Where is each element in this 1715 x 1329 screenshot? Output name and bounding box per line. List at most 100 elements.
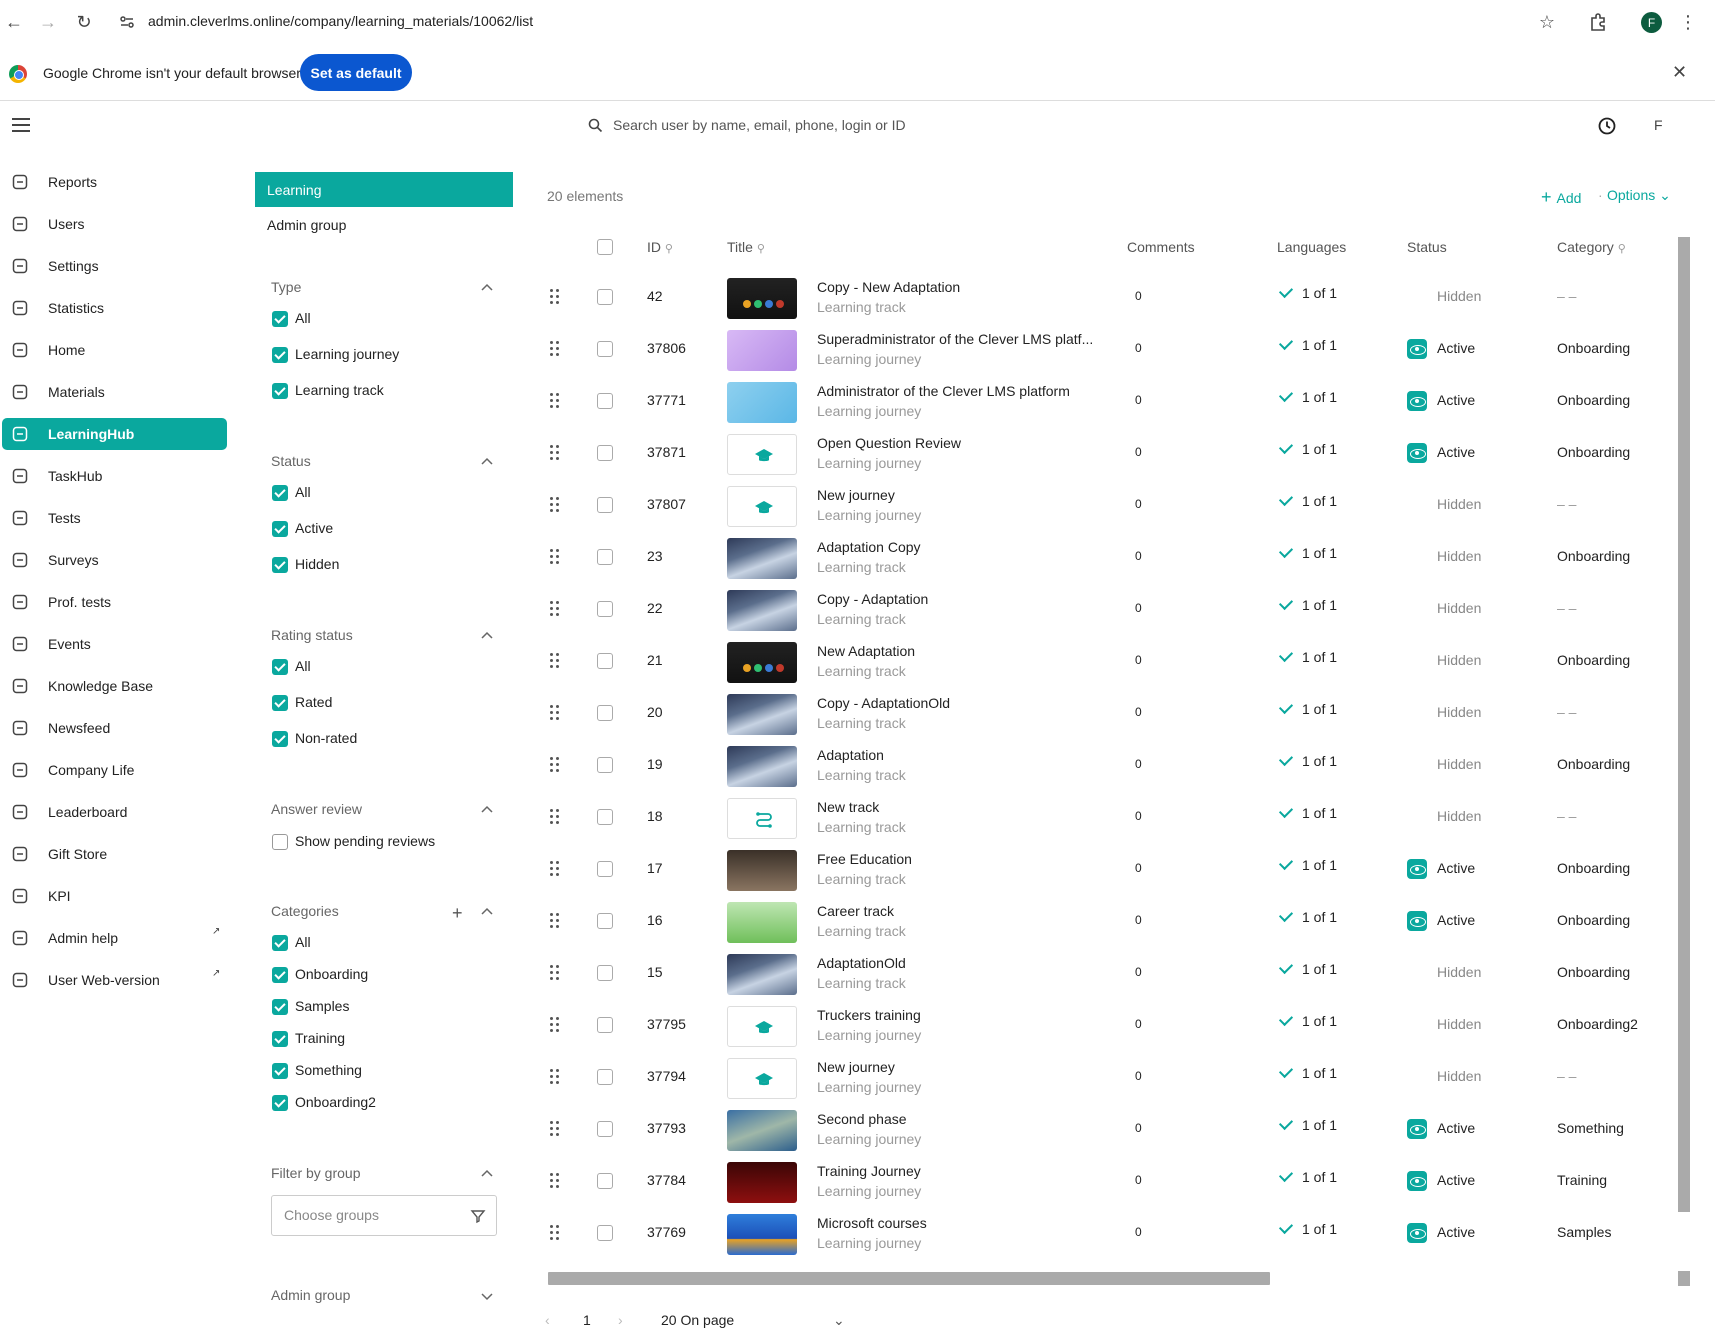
drag-handle-icon[interactable]	[550, 1017, 560, 1033]
material-thumbnail[interactable]	[727, 1110, 797, 1151]
material-thumbnail[interactable]	[727, 798, 797, 839]
address-bar[interactable]: admin.cleverlms.online/company/learning_…	[148, 13, 533, 29]
sidebar-item-taskhub[interactable]: TaskHub	[2, 460, 227, 492]
table-row[interactable]: 37795 Truckers training Learning journey 0 1…	[540, 1001, 1680, 1053]
row-checkbox[interactable]	[597, 965, 613, 981]
status-all-checkbox[interactable]	[272, 485, 288, 501]
material-title[interactable]: Career track	[817, 903, 894, 919]
drag-handle-icon[interactable]	[550, 445, 560, 461]
status-badge[interactable]: Hidden	[1437, 756, 1481, 772]
drag-handle-icon[interactable]	[550, 1121, 560, 1137]
table-row[interactable]: 17 Free Education Learning track 0 1 of 1 Act…	[540, 845, 1680, 897]
status-badge[interactable]: Hidden	[1437, 964, 1481, 980]
back-icon[interactable]: ←	[4, 12, 24, 32]
sidebar-item-company-life[interactable]: Company Life	[2, 754, 227, 786]
vertical-scrollbar-thumb[interactable]	[1678, 237, 1690, 1212]
material-thumbnail[interactable]	[727, 486, 797, 527]
status-badge[interactable]: Hidden	[1437, 704, 1481, 720]
status-badge[interactable]: Hidden	[1437, 496, 1481, 512]
row-checkbox[interactable]	[597, 393, 613, 409]
material-title[interactable]: Superadministrator of the Clever LMS pla…	[817, 331, 1093, 347]
rating-all-checkbox[interactable]	[272, 659, 288, 675]
type-track-checkbox[interactable]	[272, 383, 288, 399]
material-title[interactable]: Open Question Review	[817, 435, 961, 451]
drag-handle-icon[interactable]	[550, 289, 560, 305]
row-checkbox[interactable]	[597, 549, 613, 565]
status-badge[interactable]: Hidden	[1437, 288, 1481, 304]
drag-handle-icon[interactable]	[550, 1069, 560, 1085]
material-title[interactable]: Second phase	[817, 1111, 907, 1127]
drag-handle-icon[interactable]	[550, 393, 560, 409]
bookmark-star-icon[interactable]: ☆	[1535, 10, 1559, 34]
table-row[interactable]: 37806 Superadministrator of the Clever LM…	[540, 325, 1680, 377]
status-badge[interactable]: Active	[1437, 1120, 1475, 1136]
material-thumbnail[interactable]	[727, 642, 797, 683]
drag-handle-icon[interactable]	[550, 913, 560, 929]
chevron-up-icon[interactable]	[480, 803, 494, 817]
chevron-up-icon[interactable]	[480, 905, 494, 919]
column-header-status[interactable]: Status	[1407, 239, 1447, 255]
sidebar-item-materials[interactable]: Materials	[2, 376, 227, 408]
material-thumbnail[interactable]	[727, 434, 797, 475]
drag-handle-icon[interactable]	[550, 757, 560, 773]
category-samples-checkbox[interactable]	[272, 999, 288, 1015]
material-title[interactable]: Administrator of the Clever LMS platform	[817, 383, 1070, 399]
sidebar-item-reports[interactable]: Reports	[2, 166, 227, 198]
material-title[interactable]: Copy - New Adaptation	[817, 279, 960, 295]
material-title[interactable]: Copy - AdaptationOld	[817, 695, 950, 711]
status-badge[interactable]: Active	[1437, 392, 1475, 408]
category-all-checkbox[interactable]	[272, 935, 288, 951]
category-onboarding-checkbox[interactable]	[272, 967, 288, 983]
drag-handle-icon[interactable]	[550, 705, 560, 721]
row-checkbox[interactable]	[597, 341, 613, 357]
drag-handle-icon[interactable]	[550, 1173, 560, 1189]
material-title[interactable]: Free Education	[817, 851, 912, 867]
history-icon[interactable]	[1597, 116, 1617, 136]
row-checkbox[interactable]	[597, 1017, 613, 1033]
table-row[interactable]: 37793 Second phase Learning journey 0 1 of 1…	[540, 1105, 1680, 1157]
set-as-default-button[interactable]: Set as default	[300, 54, 412, 91]
status-active-checkbox[interactable]	[272, 521, 288, 537]
row-checkbox[interactable]	[597, 913, 613, 929]
table-row[interactable]: 42 Copy - New Adaptation Learning track 0 1 …	[540, 273, 1680, 325]
current-page[interactable]: 1	[583, 1312, 591, 1328]
sidebar-item-knowledge-base[interactable]: Knowledge Base	[2, 670, 227, 702]
material-thumbnail[interactable]	[727, 330, 797, 371]
profile-avatar[interactable]: F	[1641, 12, 1662, 33]
site-settings-icon[interactable]	[118, 13, 136, 31]
sidebar-item-home[interactable]: Home	[2, 334, 227, 366]
add-button[interactable]: + Add	[1541, 187, 1581, 208]
row-checkbox[interactable]	[597, 601, 613, 617]
pending-reviews-checkbox[interactable]	[272, 834, 288, 850]
sidebar-item-newsfeed[interactable]: Newsfeed	[2, 712, 227, 744]
material-title[interactable]: AdaptationOld	[817, 955, 906, 971]
row-checkbox[interactable]	[597, 705, 613, 721]
chevron-up-icon[interactable]	[480, 281, 494, 295]
category-something-checkbox[interactable]	[272, 1063, 288, 1079]
table-row[interactable]: 37794 New journey Learning journey 0 1 of 1 H…	[540, 1053, 1680, 1105]
drag-handle-icon[interactable]	[550, 549, 560, 565]
next-page-icon[interactable]: ›	[618, 1312, 623, 1328]
chevron-up-icon[interactable]	[480, 629, 494, 643]
material-title[interactable]: New Adaptation	[817, 643, 915, 659]
material-thumbnail[interactable]	[727, 902, 797, 943]
material-thumbnail[interactable]	[727, 538, 797, 579]
status-badge[interactable]: Active	[1437, 444, 1475, 460]
row-checkbox[interactable]	[597, 653, 613, 669]
table-row[interactable]: 20 Copy - AdaptationOld Learning track 0 1 o…	[540, 689, 1680, 741]
rating-rated-checkbox[interactable]	[272, 695, 288, 711]
material-title[interactable]: Adaptation Copy	[817, 539, 921, 555]
row-checkbox[interactable]	[597, 289, 613, 305]
table-row[interactable]: 23 Adaptation Copy Learning track 0 1 of 1 Hi…	[540, 533, 1680, 585]
filter-icon[interactable]	[470, 1208, 486, 1224]
sidebar-item-events[interactable]: Events	[2, 628, 227, 660]
material-thumbnail[interactable]	[727, 382, 797, 423]
material-title[interactable]: Training Journey	[817, 1163, 921, 1179]
status-hidden-checkbox[interactable]	[272, 557, 288, 573]
sidebar-item-prof-tests[interactable]: Prof. tests	[2, 586, 227, 618]
material-thumbnail[interactable]	[727, 1006, 797, 1047]
material-title[interactable]: Microsoft courses	[817, 1215, 927, 1231]
material-thumbnail[interactable]	[727, 746, 797, 787]
row-checkbox[interactable]	[597, 861, 613, 877]
material-title[interactable]: New journey	[817, 1059, 895, 1075]
